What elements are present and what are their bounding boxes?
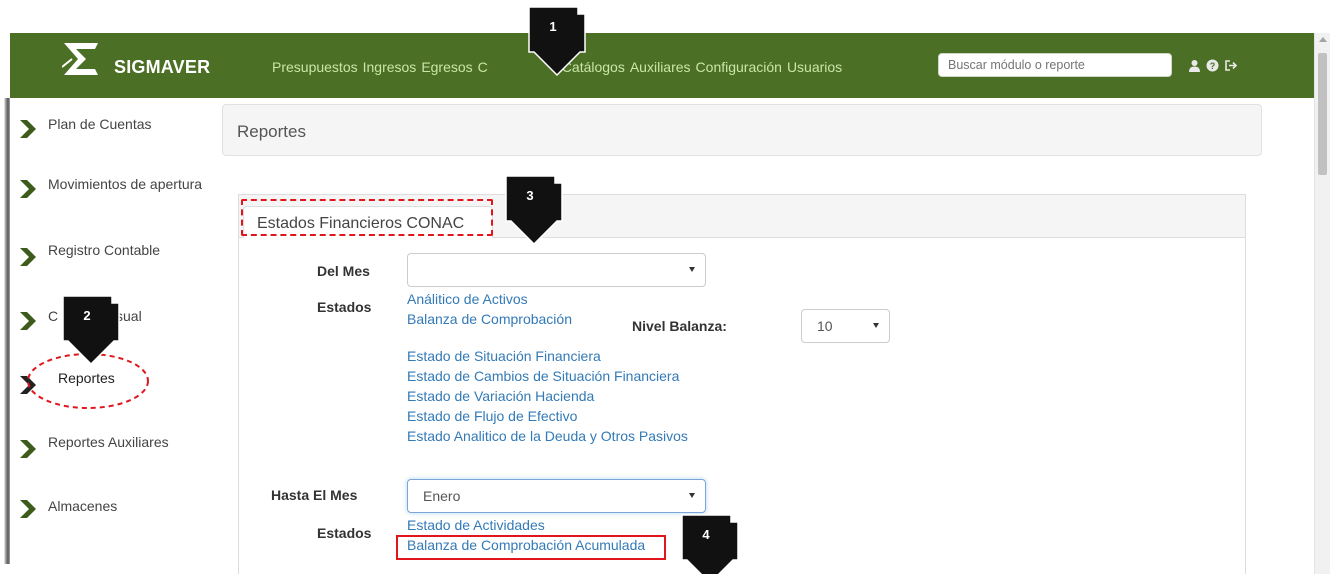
- chevron-down-icon: [689, 267, 695, 272]
- chevron-right-icon: [20, 120, 36, 138]
- app-window: SIGMAVER Presupuestos Ingresos Egresos C…: [0, 0, 1330, 574]
- chevron-down-icon: [873, 323, 879, 328]
- sidebar-item-label: Reportes Auxiliares: [48, 434, 169, 450]
- sidebar-item-label: Movimientos de apertura: [48, 176, 203, 192]
- estados-label-2: Estados: [317, 525, 372, 541]
- step-callout-3: 3: [505, 175, 563, 245]
- sidebar-item-label: C: [48, 308, 59, 324]
- nav-link-presupuestos[interactable]: Presupuestos: [272, 59, 358, 75]
- brand-name[interactable]: SIGMAVER: [114, 57, 210, 78]
- user-icon[interactable]: [1188, 59, 1201, 72]
- link-estado-de-variacion-hacienda[interactable]: Estado de Variación Hacienda: [407, 388, 594, 404]
- sidebar-item-label: Registro Contable: [48, 242, 161, 258]
- page-header: Reportes: [222, 104, 1262, 156]
- hasta-el-mes-label: Hasta El Mes: [271, 487, 358, 503]
- link-estado-de-actividades[interactable]: Estado de Actividades: [407, 517, 545, 533]
- del-mes-select[interactable]: [407, 253, 706, 287]
- vertical-scrollbar[interactable]: [1314, 33, 1330, 574]
- step-number: 2: [83, 308, 91, 323]
- logout-icon[interactable]: [1224, 59, 1238, 72]
- nav-link-contabilidad[interactable]: C: [478, 59, 488, 75]
- search-input[interactable]: [938, 53, 1172, 77]
- nav-link-ingresos[interactable]: Ingresos: [363, 59, 417, 75]
- sidebar-item-label: Almacenes: [48, 498, 118, 514]
- nav-link-egresos[interactable]: Egresos: [421, 59, 472, 75]
- nivel-balanza-select[interactable]: 10: [801, 309, 890, 343]
- link-estado-de-situacion-financiera[interactable]: Estado de Situación Financiera: [407, 348, 601, 364]
- hasta-el-mes-select[interactable]: Enero: [407, 479, 706, 513]
- highlight-balanza-acumulada-box: [396, 535, 666, 560]
- estados-label: Estados: [317, 299, 372, 315]
- question-icon[interactable]: ?: [1206, 59, 1219, 72]
- chevron-right-icon: [20, 500, 36, 518]
- scroll-up-arrow-icon[interactable]: [1319, 37, 1327, 42]
- chevron-right-icon: [20, 248, 36, 266]
- step-number: 3: [526, 188, 534, 203]
- nav-link-auxiliares[interactable]: Auxiliares: [630, 59, 691, 75]
- link-estado-de-cambios-de-situacion-financiera[interactable]: Estado de Cambios de Situación Financier…: [407, 368, 679, 384]
- highlight-tab-box: [241, 199, 493, 236]
- hasta-el-mes-value: Enero: [423, 488, 461, 504]
- step-number: 4: [702, 527, 710, 542]
- nivel-balanza-value: 10: [817, 318, 833, 334]
- sidebar-item-label: Plan de Cuentas: [48, 116, 152, 132]
- link-estado-de-flujo-de-efectivo[interactable]: Estado de Flujo de Efectivo: [407, 408, 577, 424]
- chevron-right-icon: [20, 312, 36, 330]
- page-title: Reportes: [237, 122, 306, 141]
- step-callout-1: 1: [528, 6, 586, 76]
- chevron-right-icon: [20, 180, 36, 198]
- scrollbar-thumb[interactable]: [1318, 53, 1327, 175]
- nav-icons: ?: [1188, 59, 1238, 72]
- svg-text:?: ?: [1210, 61, 1216, 71]
- del-mes-label: Del Mes: [317, 263, 370, 279]
- step-callout-2: 2: [62, 295, 120, 365]
- link-balanza-de-comprobacion[interactable]: Balanza de Comprobación: [407, 311, 572, 327]
- nivel-balanza-label: Nivel Balanza:: [632, 318, 727, 334]
- chevron-down-icon: [689, 493, 695, 498]
- link-estado-analitico-de-la-deuda[interactable]: Estado Analitico de la Deuda y Otros Pas…: [407, 428, 688, 444]
- reports-panel: Estados Financieros CONAC Del Mes Estado…: [238, 194, 1246, 574]
- top-navbar: SIGMAVER Presupuestos Ingresos Egresos C…: [10, 33, 1314, 98]
- chevron-right-icon: [20, 440, 36, 458]
- step-number: 1: [549, 19, 557, 34]
- nav-link-configuracion[interactable]: Configuración: [696, 59, 782, 75]
- window-left-edge: [0, 98, 10, 564]
- sigma-logo-icon: [62, 43, 98, 75]
- step-callout-4: 4: [681, 514, 739, 574]
- nav-link-usuarios[interactable]: Usuarios: [787, 59, 842, 75]
- link-analitico-de-activos[interactable]: Análitico de Activos: [407, 291, 528, 307]
